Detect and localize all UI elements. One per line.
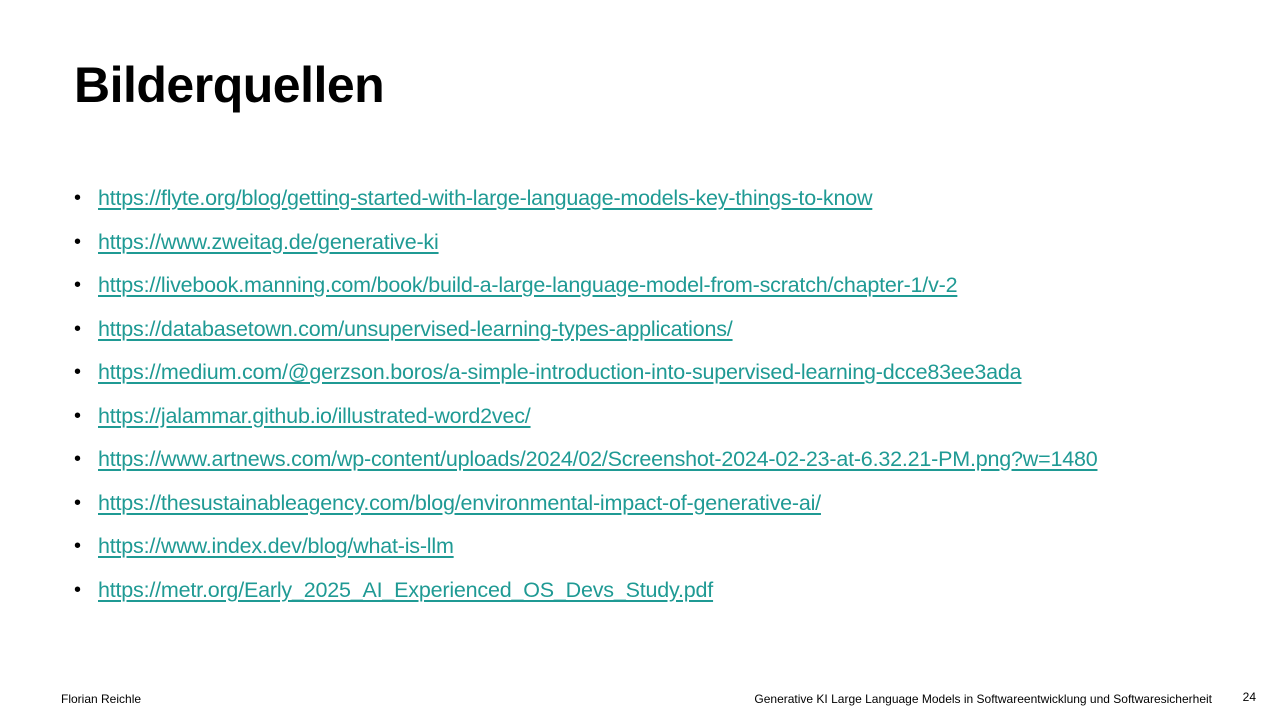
list-item: • https://metr.org/Early_2025_AI_Experie… [74,575,1194,605]
list-item: • https://jalammar.github.io/illustrated… [74,401,1194,431]
source-link-list: • https://flyte.org/blog/getting-started… [74,183,1194,618]
bullet-icon: • [74,187,82,209]
list-item: • https://livebook.manning.com/book/buil… [74,270,1194,300]
list-item: • https://flyte.org/blog/getting-started… [74,183,1194,213]
source-link[interactable]: https://thesustainableagency.com/blog/en… [98,491,821,515]
bullet-icon: • [74,491,82,514]
source-link[interactable]: https://metr.org/Early_2025_AI_Experienc… [98,578,713,602]
source-link[interactable]: https://www.index.dev/blog/what-is-llm [98,534,454,558]
slide-title: Bilderquellen [74,57,385,113]
bullet-icon: • [74,361,82,383]
list-item: • https://www.artnews.com/wp-content/upl… [74,444,1194,474]
bullet-icon: • [74,404,82,427]
bullet-icon: • [74,535,82,557]
bullet-icon: • [74,317,82,340]
source-link[interactable]: https://medium.com/@gerzson.boros/a-simp… [98,360,1022,384]
source-link[interactable]: https://www.artnews.com/wp-content/uploa… [98,447,1098,471]
bullet-icon: • [74,578,82,601]
source-link[interactable]: https://jalammar.github.io/illustrated-w… [98,404,531,428]
bullet-icon: • [74,274,82,296]
list-item: • https://thesustainableagency.com/blog/… [74,488,1194,518]
bullet-icon: • [74,448,82,470]
list-item: • https://www.index.dev/blog/what-is-llm [74,531,1194,561]
list-item: • https://www.zweitag.de/generative-ki [74,227,1194,257]
bullet-icon: • [74,230,82,253]
source-link[interactable]: https://livebook.manning.com/book/build-… [98,273,958,297]
source-link[interactable]: https://databasetown.com/unsupervised-le… [98,317,733,341]
source-link[interactable]: https://www.zweitag.de/generative-ki [98,230,439,254]
list-item: • https://medium.com/@gerzson.boros/a-si… [74,357,1194,387]
source-link[interactable]: https://flyte.org/blog/getting-started-w… [98,186,873,210]
list-item: • https://databasetown.com/unsupervised-… [74,314,1194,344]
footer-author: Florian Reichle [61,692,142,706]
slide: Bilderquellen • https://flyte.org/blog/g… [0,0,1280,720]
footer-presentation-title: Generative KI Large Language Models in S… [754,692,1212,706]
page-number: 24 [1242,690,1256,704]
